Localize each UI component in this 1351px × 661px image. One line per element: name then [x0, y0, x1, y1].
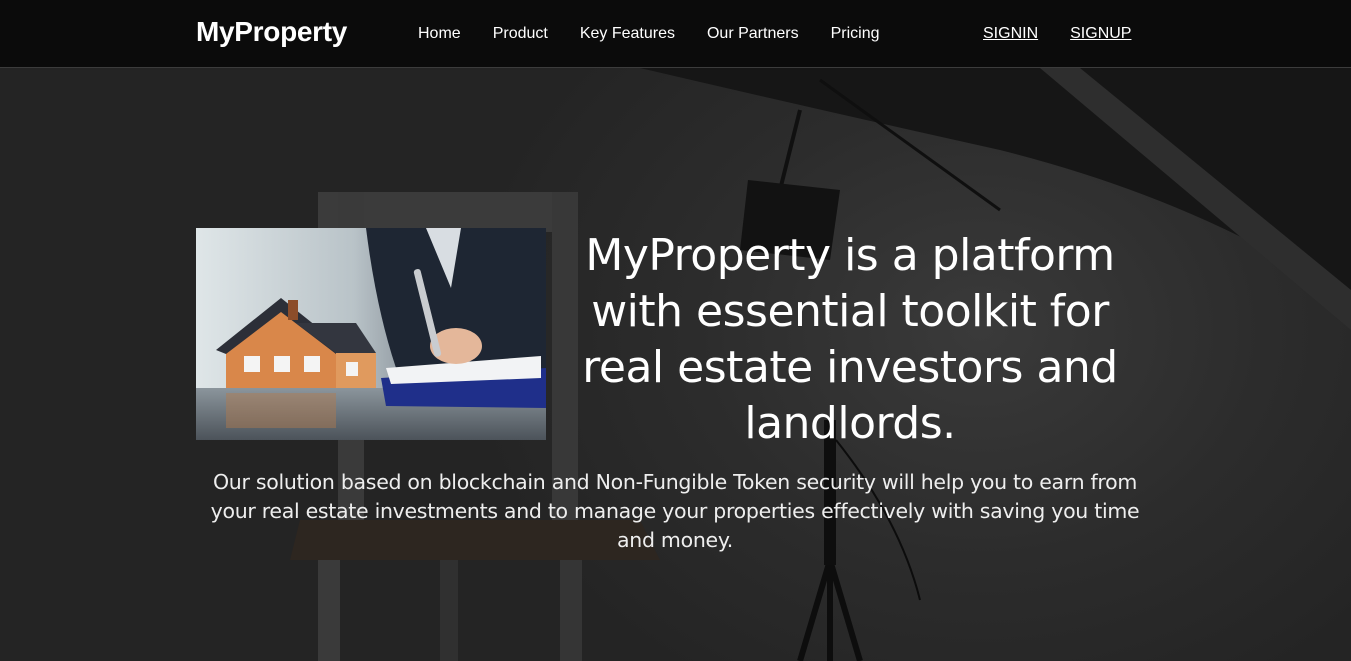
nav-link-home[interactable]: Home [418, 25, 461, 43]
nav-link-pricing[interactable]: Pricing [831, 25, 880, 43]
signin-link[interactable]: SIGNIN [983, 25, 1038, 43]
top-navbar: MyProperty Home Product Key Features Our… [0, 0, 1351, 68]
house-contract-photo [196, 228, 546, 440]
hero-description: Our solution based on blockchain and Non… [210, 470, 1140, 552]
hero-image [196, 228, 546, 440]
hero-heading: MyProperty is a platform with essential … [582, 230, 1118, 449]
landing-page: MyProperty Home Product Key Features Our… [0, 0, 1351, 661]
auth-links: SIGNIN SIGNUP [983, 25, 1163, 43]
nav-link-our-partners[interactable]: Our Partners [707, 25, 799, 43]
signup-link[interactable]: SIGNUP [1070, 25, 1131, 43]
brand-logo[interactable]: MyProperty [196, 16, 347, 48]
main-nav: Home Product Key Features Our Partners P… [418, 25, 911, 43]
nav-link-key-features[interactable]: Key Features [580, 25, 675, 43]
nav-link-product[interactable]: Product [493, 25, 548, 43]
